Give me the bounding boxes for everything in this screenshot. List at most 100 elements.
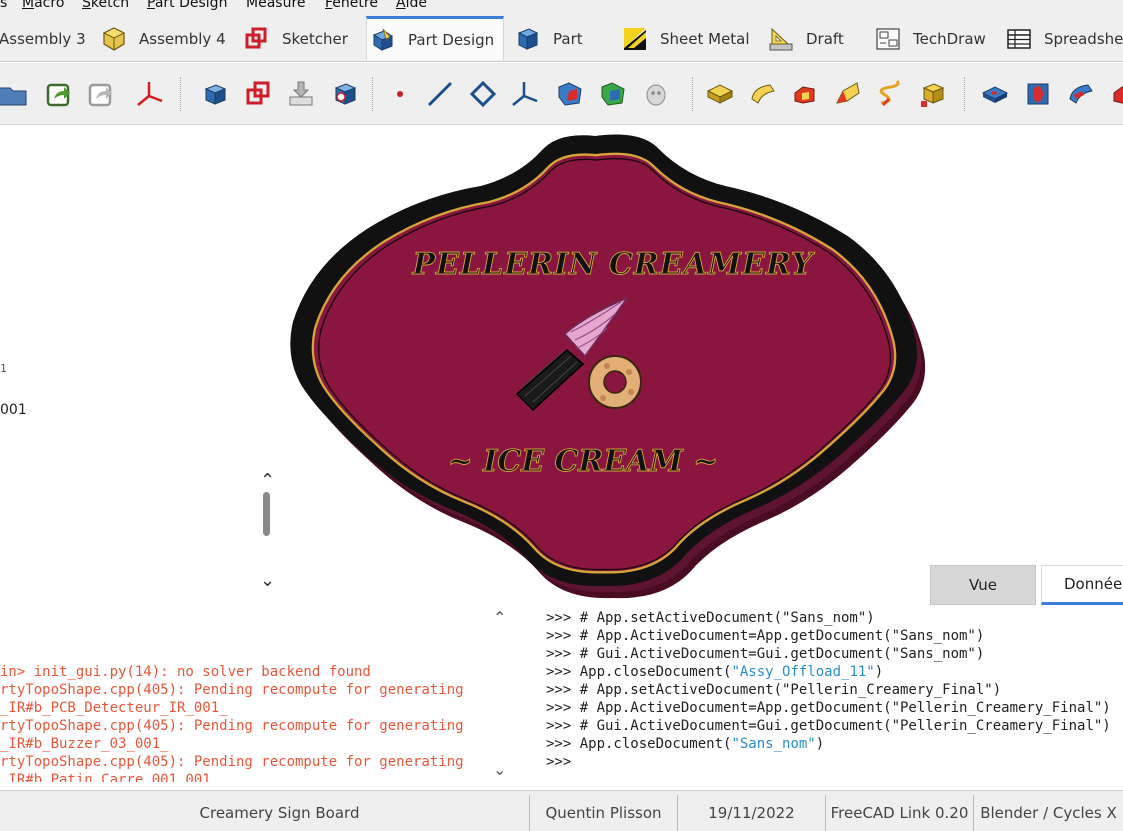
status-project: Creamery Sign Board — [30, 795, 530, 831]
tab-part-design[interactable]: Part Design — [366, 16, 504, 60]
report-line: rtyTopoShape.cpp(405): Pending recompute… — [0, 682, 464, 698]
tab-vue[interactable]: Vue — [930, 565, 1036, 605]
datum-plane-icon[interactable] — [468, 79, 498, 109]
report-line: _IR#b_PCB_Detecteur_IR_001_ — [0, 700, 228, 716]
subtractive-loft-icon[interactable] — [1109, 79, 1123, 109]
scroll-up-icon[interactable]: ⌃ — [260, 470, 275, 491]
menu-item-fragment[interactable]: s — [0, 0, 7, 11]
additive-helix-icon[interactable] — [875, 79, 905, 109]
revolution-icon[interactable] — [748, 79, 778, 109]
create-sketch-icon[interactable] — [244, 79, 274, 109]
report-line: _IR#b_Patin_Carre_001_001 — [0, 772, 211, 782]
tab-label: Sheet Metal — [660, 30, 750, 48]
additive-loft-icon[interactable] — [790, 79, 820, 109]
assembly4-icon — [102, 27, 126, 51]
tab-label: Sketcher — [282, 30, 348, 48]
tab-donnees-label: Données — [1064, 575, 1123, 593]
tab-donnees[interactable]: Données — [1041, 565, 1123, 605]
tab-label: TechDraw — [913, 30, 986, 48]
tree-item-fragment[interactable]: 001 — [0, 402, 27, 418]
additive-pipe-icon[interactable] — [833, 79, 863, 109]
status-project-label: Creamery Sign Board — [199, 804, 360, 822]
datum-line-icon[interactable] — [425, 79, 455, 109]
tab-part[interactable]: Part — [515, 17, 583, 61]
tab-techdraw[interactable]: TechDraw — [875, 17, 986, 61]
status-bar: Creamery Sign Board Quentin Plisson 19/1… — [0, 790, 1123, 831]
import-icon[interactable] — [286, 79, 316, 109]
additive-primitive-icon[interactable] — [918, 79, 948, 109]
status-renderer: Blender / Cycles X — [974, 795, 1123, 831]
datum-point-icon[interactable] — [385, 79, 415, 109]
shape-binder-icon[interactable] — [555, 79, 585, 109]
tab-label: Part Design — [408, 30, 495, 49]
console-line: >>> App.closeDocument("Assy_Offload_11") — [546, 664, 884, 680]
tab-label: Assembly 4 — [139, 30, 226, 48]
groove-icon[interactable] — [1066, 79, 1096, 109]
sign-board-model[interactable]: PELLERIN CREAMERY ~ ICE CREAM ~ — [285, 126, 1123, 600]
scroll-down-icon[interactable]: ⌄ — [493, 760, 506, 779]
sign-title: PELLERIN CREAMERY — [412, 247, 815, 282]
toolbar-separator — [964, 77, 966, 111]
3d-view[interactable]: PELLERIN CREAMERY ~ ICE CREAM ~ — [285, 126, 1123, 600]
tab-assembly3[interactable]: Assembly 3 — [0, 17, 86, 61]
sheetmetal-icon — [624, 28, 646, 50]
sketcher-icon — [245, 27, 267, 49]
export-disabled-icon[interactable] — [86, 79, 116, 109]
report-line: rtyTopoShape.cpp(405): Pending recompute… — [0, 718, 464, 734]
draft-icon — [769, 27, 793, 51]
tab-sheet-metal[interactable]: Sheet Metal — [622, 17, 750, 61]
status-date: 19/11/2022 — [678, 795, 826, 831]
scroll-up-icon[interactable]: ⌃ — [493, 608, 506, 627]
tab-spreadsheet[interactable]: Spreadshe — [1006, 17, 1123, 61]
report-line: rtyTopoShape.cpp(405): Pending recompute… — [0, 754, 464, 770]
create-body-icon[interactable] — [200, 79, 230, 109]
menu-part-design[interactable]: Part Design — [147, 0, 227, 11]
status-author-label: Quentin Plisson — [545, 804, 662, 822]
pad-icon[interactable] — [705, 79, 735, 109]
sub-shape-binder-icon[interactable] — [330, 79, 360, 109]
spreadsheet-icon — [1007, 29, 1031, 49]
tree-item-fragment[interactable]: 1 — [0, 362, 7, 375]
pocket-icon[interactable] — [980, 79, 1010, 109]
datum-axes-icon[interactable] — [134, 79, 164, 109]
tab-vue-label: Vue — [969, 576, 997, 594]
menu-measure[interactable]: Measure — [246, 0, 306, 11]
console-line: >>> # Gui.ActiveDocument=Gui.getDocument… — [546, 646, 985, 662]
sign-subtitle: ~ ICE CREAM ~ — [448, 444, 719, 479]
menu-bar: s Macro Sketch Part Design Measure Fenêt… — [0, 0, 1123, 14]
techdraw-icon — [876, 28, 900, 50]
tab-label: Spreadshe — [1044, 30, 1123, 48]
menu-fenetre[interactable]: Fenêtre — [325, 0, 378, 11]
console-line: >>> # Gui.ActiveDocument=Gui.getDocument… — [546, 718, 1111, 734]
menu-aide[interactable]: Aide — [396, 0, 427, 11]
scroll-down-icon[interactable]: ⌄ — [260, 570, 275, 591]
open-folder-icon[interactable] — [0, 79, 30, 109]
scrollbar-thumb[interactable] — [263, 492, 270, 536]
console-line: >>> # App.ActiveDocument=App.getDocument… — [546, 700, 1111, 716]
status-software-label: FreeCAD Link 0.20 — [830, 804, 969, 822]
console-line: >>> # App.ActiveDocument=App.getDocument… — [546, 628, 985, 644]
console-prompt[interactable]: >>> — [546, 754, 571, 770]
tab-sketcher[interactable]: Sketcher — [244, 17, 348, 61]
combo-view-panel: 1 001 ⌃ ⌄ — [0, 126, 285, 606]
report-line: _IR#b_Buzzer_03_001_ — [0, 736, 169, 752]
toolbar-separator — [372, 77, 374, 111]
toolbar-separator — [692, 77, 694, 111]
tab-draft[interactable]: Draft — [768, 17, 844, 61]
hole-icon[interactable] — [1023, 79, 1053, 109]
console-line: >>> App.closeDocument("Sans_nom") — [546, 736, 825, 752]
status-renderer-label: Blender / Cycles X — [980, 804, 1117, 822]
console-line: >>> # App.setActiveDocument("Pellerin_Cr… — [546, 682, 1002, 698]
menu-macro[interactable]: Macro — [22, 0, 64, 11]
status-date-label: 19/11/2022 — [708, 804, 795, 822]
toolbar-separator — [180, 77, 182, 111]
tab-assembly4[interactable]: Assembly 4 — [101, 17, 226, 61]
subshape-binder-icon[interactable] — [598, 79, 628, 109]
local-coordinate-system-icon[interactable] — [509, 79, 539, 109]
tab-label: Draft — [806, 30, 844, 48]
menu-sketch[interactable]: Sketch — [82, 0, 129, 11]
python-console[interactable]: >>> # App.setActiveDocument("Sans_nom") … — [515, 606, 1123, 784]
report-view[interactable]: in> init_gui.py(14): no solver backend f… — [0, 606, 515, 784]
export-icon[interactable] — [44, 79, 74, 109]
clone-icon[interactable] — [641, 79, 671, 109]
